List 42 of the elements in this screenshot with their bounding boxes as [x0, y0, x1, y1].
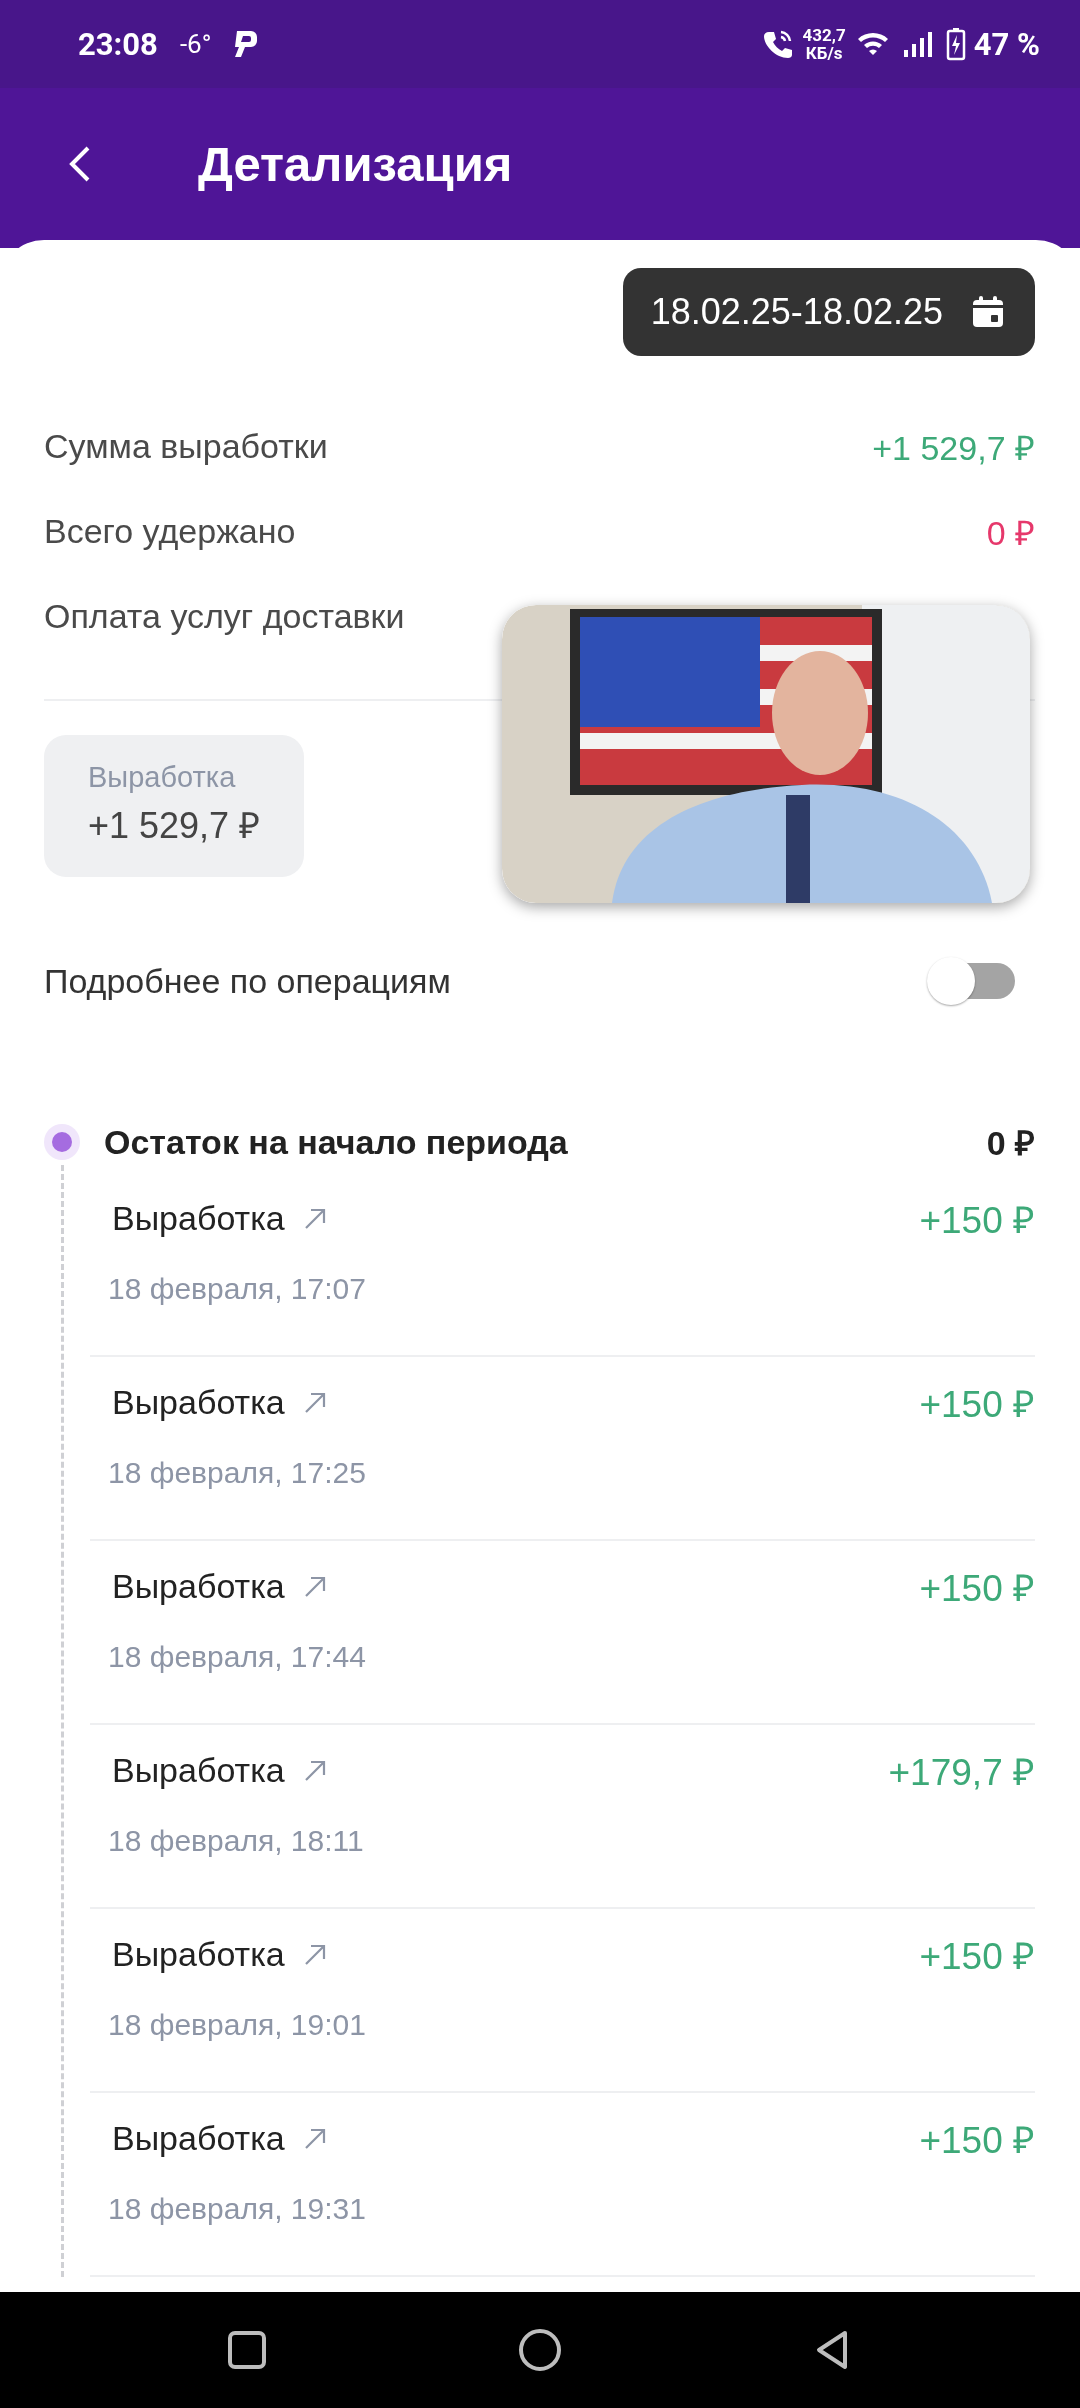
operation-date: 18 февраля, 18:11	[107, 1824, 365, 1858]
operation-amount: +179,7 ₽	[888, 1751, 1035, 1795]
operation-title: Выработка	[112, 2119, 285, 2158]
operation-amount: +150 ₽	[919, 1567, 1035, 1611]
battery-level: 47 %	[973, 25, 1040, 63]
app-notification-icon	[233, 29, 260, 59]
chip-label: Выработка	[88, 761, 237, 794]
toggle-label: Подробнее по операциям	[44, 961, 451, 1001]
summary-value: 0 ₽	[986, 512, 1035, 554]
operation-title: Выработка	[112, 1567, 285, 1606]
home-circle-icon	[518, 2328, 562, 2372]
operation-title: Выработка	[112, 1751, 285, 1790]
network-speed: 432,7	[802, 26, 846, 44]
temperature: -6°	[179, 29, 212, 59]
chip-value: +1 529,7 ₽	[88, 804, 261, 848]
summary-label: Всего удержано	[44, 512, 296, 551]
operation-title: Выработка	[112, 1199, 285, 1238]
timeline-dot	[44, 1124, 80, 1160]
operation-title: Выработка	[112, 1935, 285, 1974]
opening-balance-value: 0 ₽	[986, 1123, 1035, 1164]
operation-date: 18 февраля, 19:31	[107, 2192, 367, 2226]
summary-value: +1 529,7 ₽	[872, 427, 1035, 469]
operation-date: 18 февраля, 17:25	[107, 1456, 367, 1490]
opening-balance-label: Остаток на начало периода	[104, 1122, 568, 1162]
operation-date: 18 февраля, 17:07	[107, 1272, 367, 1306]
signal-icon	[901, 30, 934, 58]
operation-date: 18 февраля, 17:44	[107, 1640, 367, 1674]
battery-icon	[945, 27, 966, 61]
operation-title: Выработка	[112, 1383, 285, 1422]
summary-label: Оплата услуг доставки	[44, 597, 405, 636]
screen-title: Детализация	[198, 136, 513, 192]
calendar-icon	[971, 295, 1005, 329]
call-icon	[762, 29, 793, 59]
operation-amount: +150 ₽	[919, 1383, 1035, 1427]
date-range-button[interactable]: 18.02.25-18.02.25	[622, 268, 1035, 356]
summary-label: Сумма выработки	[44, 427, 328, 466]
operation-amount: +150 ₽	[919, 1199, 1035, 1243]
operation-amount: +150 ₽	[919, 1935, 1035, 1979]
operation-amount: +150 ₽	[919, 2119, 1035, 2163]
clock: 23:08	[78, 25, 158, 63]
operation-date: 18 февраля, 19:01	[107, 2008, 367, 2042]
speed-unit: КБ/s	[805, 44, 843, 62]
